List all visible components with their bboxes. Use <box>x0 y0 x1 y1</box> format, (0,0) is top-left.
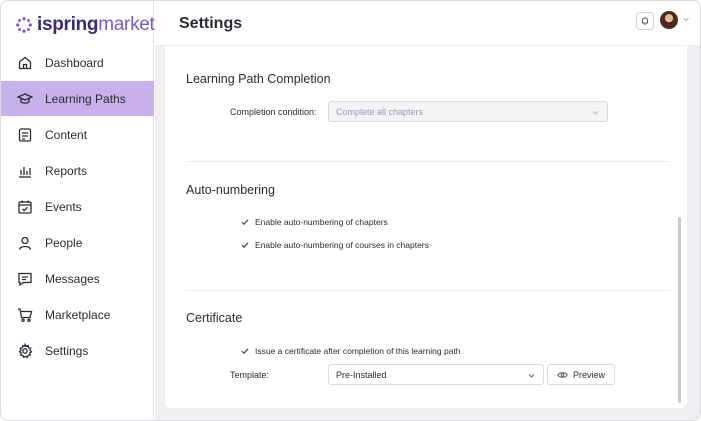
graduation-cap-icon <box>17 91 33 107</box>
issue-certificate-option[interactable]: Issue a certificate after completion of … <box>241 346 461 356</box>
top-header: Settings <box>155 1 700 46</box>
autonumber-chapters-label: Enable auto-numbering of chapters <box>255 217 388 227</box>
bar-chart-icon <box>17 163 33 179</box>
chevron-down-icon <box>592 111 599 115</box>
section-title-autonumbering: Auto-numbering <box>186 183 275 197</box>
autonumber-chapters-option[interactable]: Enable auto-numbering of chapters <box>241 217 388 227</box>
completion-condition-label: Completion condition: <box>230 107 317 117</box>
sidebar-item-label: Content <box>45 127 88 142</box>
chevron-down-icon <box>528 374 535 378</box>
sidebar: ispringmarket Dashboard Learning Paths C… <box>1 1 155 420</box>
preview-label: Preview <box>573 369 606 380</box>
preview-button[interactable]: Preview <box>547 364 616 385</box>
sidebar-item-label: Messages <box>45 271 100 286</box>
autonumber-courses-option[interactable]: Enable auto-numbering of courses in chap… <box>241 240 429 250</box>
eye-icon <box>557 371 568 378</box>
brand-name-part1: ispring <box>37 14 99 35</box>
issue-certificate-label: Issue a certificate after completion of … <box>255 346 461 356</box>
sidebar-item-marketplace[interactable]: Marketplace <box>1 297 154 332</box>
calendar-check-icon <box>17 199 33 215</box>
checkmark-icon <box>241 219 249 226</box>
main-content: Learning Path Completion Completion cond… <box>155 46 700 420</box>
settings-card: Learning Path Completion Completion cond… <box>165 46 687 408</box>
sidebar-item-people[interactable]: People <box>1 225 154 260</box>
sidebar-item-label: Events <box>45 199 82 214</box>
gear-icon <box>17 342 33 359</box>
logo-mark-icon <box>16 17 32 33</box>
sidebar-nav: Dashboard Learning Paths Content Reports <box>1 45 154 369</box>
sidebar-item-content[interactable]: Content <box>1 117 154 152</box>
section-title-certificate: Certificate <box>186 311 243 325</box>
chevron-down-icon[interactable] <box>682 15 690 23</box>
template-select[interactable]: Pre-Installed <box>328 364 544 385</box>
sidebar-item-learning-paths[interactable]: Learning Paths <box>1 81 154 116</box>
completion-condition-select[interactable]: Complete all chapters <box>328 101 608 122</box>
checkmark-icon <box>241 242 249 249</box>
sidebar-item-label: Reports <box>45 163 88 178</box>
sidebar-item-label: Marketplace <box>45 307 111 322</box>
page-title: Settings <box>179 15 243 32</box>
person-icon <box>17 235 33 251</box>
sidebar-item-label: People <box>45 235 83 250</box>
home-icon <box>17 55 33 71</box>
avatar[interactable] <box>660 11 678 29</box>
content-icon <box>17 127 33 143</box>
app-window: ispringmarket Dashboard Learning Paths C… <box>0 0 701 421</box>
section-title-completion: Learning Path Completion <box>186 72 331 86</box>
bell-icon <box>641 17 649 25</box>
sidebar-item-settings[interactable]: Settings <box>1 333 154 368</box>
brand-name-part2: market <box>98 14 155 35</box>
sidebar-item-label: Settings <box>45 343 89 358</box>
sidebar-item-label: Learning Paths <box>45 91 126 106</box>
sidebar-item-messages[interactable]: Messages <box>1 261 154 296</box>
message-icon <box>17 271 33 287</box>
template-label: Template: <box>230 370 270 380</box>
brand-name: ispringmarket <box>37 14 155 36</box>
notifications-button[interactable] <box>636 12 654 30</box>
section-divider <box>186 161 670 162</box>
checkmark-icon <box>241 348 249 355</box>
scrollbar[interactable] <box>678 217 681 403</box>
template-value: Pre-Installed <box>336 369 387 380</box>
sidebar-item-reports[interactable]: Reports <box>1 153 154 188</box>
sidebar-item-label: Dashboard <box>45 55 104 70</box>
cart-icon <box>17 307 33 323</box>
brand-logo[interactable]: ispringmarket <box>15 13 155 37</box>
sidebar-item-events[interactable]: Events <box>1 189 154 224</box>
completion-condition-value: Complete all chapters <box>336 106 424 117</box>
section-divider <box>186 290 670 291</box>
sidebar-item-dashboard[interactable]: Dashboard <box>1 45 154 80</box>
autonumber-courses-label: Enable auto-numbering of courses in chap… <box>255 240 429 250</box>
